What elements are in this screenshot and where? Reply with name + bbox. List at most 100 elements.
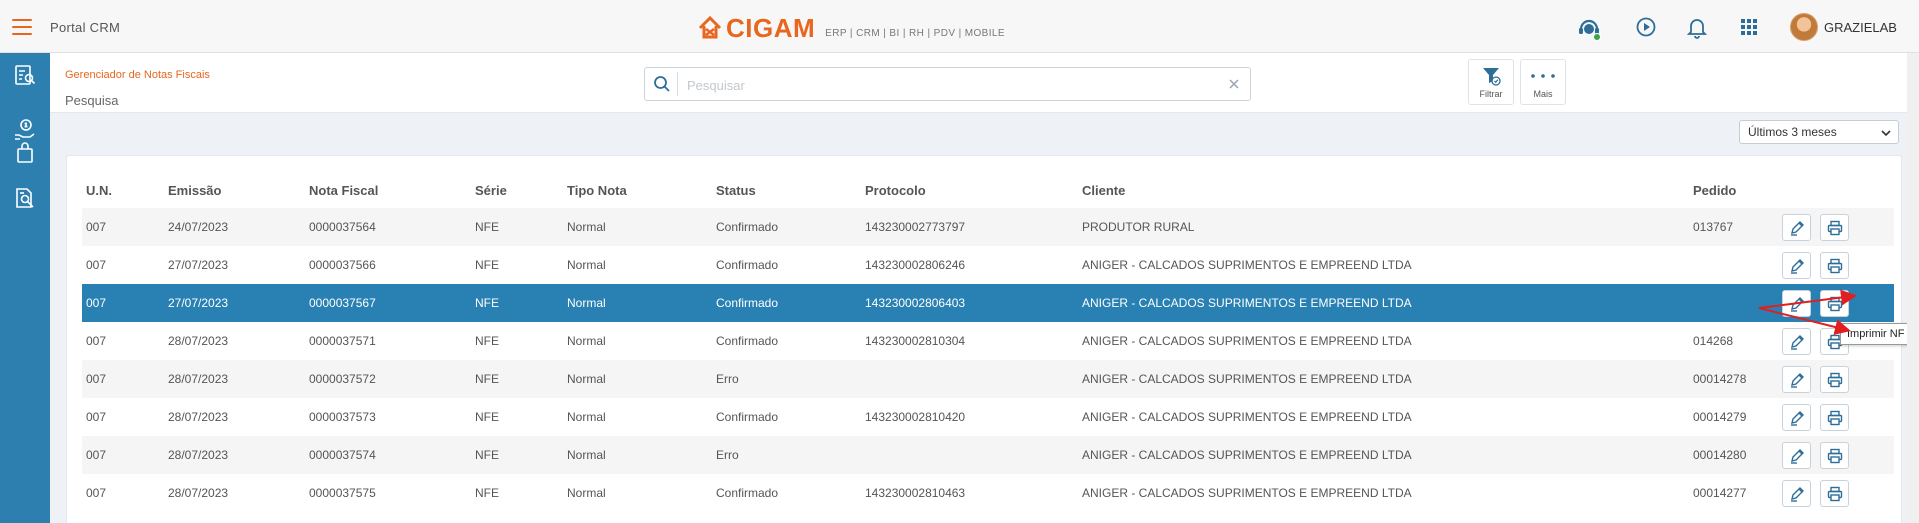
table-row[interactable]: 007 28/07/2023 0000037575 NFE Normal Confirma… xyxy=(82,474,1894,512)
cell-emissao: 24/07/2023 xyxy=(168,220,229,234)
search-box xyxy=(644,67,1251,101)
edit-button[interactable] xyxy=(1782,252,1811,279)
header-col-status[interactable]: Status xyxy=(716,183,756,198)
edit-button[interactable] xyxy=(1782,404,1811,431)
table-row[interactable]: 007 27/07/2023 0000037567 NFE Normal Confirma… xyxy=(82,284,1894,322)
shopping-bag-icon-glyph[interactable] xyxy=(13,141,37,165)
cell-protocolo: 143230002806246 xyxy=(865,258,966,272)
print-button[interactable] xyxy=(1820,290,1849,317)
sidebar xyxy=(0,53,50,523)
page-scrollbar[interactable] xyxy=(1907,53,1919,523)
table-row[interactable]: 007 28/07/2023 0000037571 NFE Normal Confirma… xyxy=(82,322,1894,360)
print-icon xyxy=(1827,486,1843,502)
cell-status: Confirmado xyxy=(716,410,779,424)
table-row[interactable]: 007 28/07/2023 0000037573 NFE Normal Confirma… xyxy=(82,398,1894,436)
breadcrumb[interactable]: Gerenciador de Notas Fiscais xyxy=(65,69,210,81)
edit-button[interactable] xyxy=(1782,366,1811,393)
invoice-table: U.N. Emissão Nota Fiscal Série Tipo Nota Stat… xyxy=(66,155,1902,523)
cell-serie: NFE xyxy=(475,296,499,310)
edit-icon xyxy=(1791,221,1804,236)
cell-tipo-nota: Normal xyxy=(567,334,606,348)
print-button[interactable] xyxy=(1820,404,1849,431)
cell-un: 007 xyxy=(86,334,107,348)
cell-tipo-nota: Normal xyxy=(567,448,606,462)
cell-status: Confirmado xyxy=(716,334,779,348)
cell-serie: NFE xyxy=(475,220,499,234)
cell-un: 007 xyxy=(86,372,107,386)
logo-subtitle: ERP | CRM | BI | RH | PDV | MOBILE xyxy=(825,27,1005,39)
header-col-serie[interactable]: Série xyxy=(475,183,507,198)
edit-icon xyxy=(1791,373,1804,388)
support-agent-icon[interactable] xyxy=(1576,15,1601,41)
cell-protocolo: 143230002810463 xyxy=(865,486,966,500)
header-col-tipo-nota[interactable]: Tipo Nota xyxy=(567,183,627,198)
period-select[interactable]: Últimos 3 meses xyxy=(1739,120,1899,144)
cell-pedido: 00014277 xyxy=(1693,486,1747,500)
cell-emissao: 28/07/2023 xyxy=(168,486,229,500)
cell-emissao: 27/07/2023 xyxy=(168,258,229,272)
apps-grid-icon[interactable] xyxy=(1737,15,1761,39)
table-row[interactable]: 007 24/07/2023 0000037564 NFE Normal Confirma… xyxy=(82,208,1894,246)
edit-icon xyxy=(1791,259,1804,274)
cell-pedido: 014268 xyxy=(1693,334,1734,348)
header-col-protocolo[interactable]: Protocolo xyxy=(865,183,926,198)
edit-button[interactable] xyxy=(1782,480,1811,507)
report-search-icon[interactable] xyxy=(13,63,37,87)
cell-cliente: ANIGER - CALCADOS SUPRIMENTOS E EMPREEND… xyxy=(1082,258,1412,272)
edit-icon xyxy=(1791,335,1804,350)
search-divider xyxy=(677,72,678,96)
cell-un: 007 xyxy=(86,258,107,272)
header-col-pedido[interactable]: Pedido xyxy=(1693,183,1736,198)
print-button[interactable] xyxy=(1820,252,1849,279)
edit-button[interactable] xyxy=(1782,214,1811,241)
cell-pedido: 013767 xyxy=(1693,220,1734,234)
header-col-un[interactable]: U.N. xyxy=(86,183,112,198)
cell-status: Confirmado xyxy=(716,258,779,272)
menu-icon[interactable] xyxy=(12,19,32,35)
edit-button[interactable] xyxy=(1782,328,1811,355)
edit-icon xyxy=(1791,297,1804,312)
header-col-emissao[interactable]: Emissão xyxy=(168,183,221,198)
app-title: Portal CRM xyxy=(50,20,121,35)
cell-tipo-nota: Normal xyxy=(567,220,606,234)
cell-cliente: ANIGER - CALCADOS SUPRIMENTOS E EMPREEND… xyxy=(1082,410,1412,424)
print-button[interactable] xyxy=(1820,214,1849,241)
table-row[interactable]: 007 28/07/2023 0000037574 NFE Normal Erro ANIG… xyxy=(82,436,1894,474)
table-row[interactable]: 007 28/07/2023 0000037572 NFE Normal Erro ANIG… xyxy=(82,360,1894,398)
username[interactable]: GRAZIELAB xyxy=(1824,20,1897,35)
clear-icon[interactable] xyxy=(1226,76,1242,92)
search-input[interactable] xyxy=(687,74,1207,96)
search-icon[interactable] xyxy=(653,75,671,93)
filter-icon xyxy=(1483,68,1501,86)
filter-button[interactable]: Filtrar xyxy=(1468,59,1514,105)
header-col-nota-fiscal[interactable]: Nota Fiscal xyxy=(309,183,378,198)
edit-button[interactable] xyxy=(1782,442,1811,469)
table-row[interactable]: 007 27/07/2023 0000037566 NFE Normal Confirma… xyxy=(82,246,1894,284)
cell-cliente: ANIGER - CALCADOS SUPRIMENTOS E EMPREEND… xyxy=(1082,334,1412,348)
cigam-logo: CIGAM ERP | CRM | BI | RH | PDV | MOBILE xyxy=(698,13,1005,43)
print-tooltip: Imprimir NF xyxy=(1840,323,1912,345)
cell-tipo-nota: Normal xyxy=(567,258,606,272)
bell-icon[interactable] xyxy=(1685,15,1709,39)
cell-emissao: 28/07/2023 xyxy=(168,372,229,386)
document-search-icon[interactable] xyxy=(13,186,37,210)
edit-icon xyxy=(1791,449,1804,464)
more-button[interactable]: Mais xyxy=(1520,59,1566,105)
logo-text: CIGAM xyxy=(726,12,816,43)
cell-protocolo: 143230002810304 xyxy=(865,334,966,348)
play-circle-icon[interactable] xyxy=(1634,15,1658,39)
print-icon xyxy=(1827,296,1843,312)
cell-serie: NFE xyxy=(475,486,499,500)
print-button[interactable] xyxy=(1820,442,1849,469)
cell-status: Confirmado xyxy=(716,486,779,500)
cell-nota-fiscal: 0000037575 xyxy=(309,486,376,500)
cell-nota-fiscal: 0000037574 xyxy=(309,448,376,462)
avatar[interactable] xyxy=(1790,13,1818,41)
cell-status: Confirmado xyxy=(716,220,779,234)
money-hand-icon[interactable] xyxy=(13,118,37,142)
print-button[interactable] xyxy=(1820,480,1849,507)
header-col-cliente[interactable]: Cliente xyxy=(1082,183,1125,198)
edit-button[interactable] xyxy=(1782,290,1811,317)
print-button[interactable] xyxy=(1820,366,1849,393)
more-label: Mais xyxy=(1533,89,1553,99)
